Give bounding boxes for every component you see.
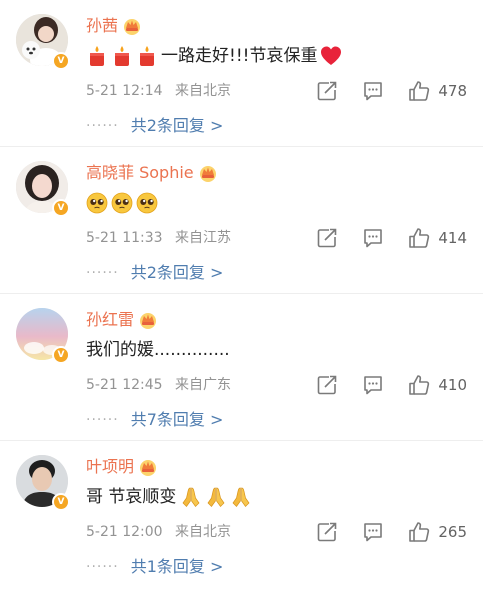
forward-icon[interactable]	[316, 227, 338, 249]
forward-icon[interactable]	[316, 374, 338, 396]
user-name[interactable]: 高晓菲 Sophie	[86, 161, 194, 185]
avatar[interactable]: V	[16, 308, 70, 364]
like-count: 265	[438, 523, 467, 541]
verified-v-icon: V	[52, 199, 70, 217]
comment-meta: 5-21 12:14 来自北京	[86, 80, 231, 102]
folded-hands-icon	[182, 487, 200, 508]
user-name[interactable]: 孙红雷	[86, 308, 134, 332]
forward-icon[interactable]	[316, 80, 338, 102]
comment-actions: 265	[316, 519, 467, 545]
comment-date: 5-21 12:45	[86, 377, 163, 393]
comment-date: 5-21 12:00	[86, 524, 163, 540]
comment-meta: 5-21 12:45 来自广东	[86, 374, 231, 396]
red-candle-icon	[140, 46, 154, 66]
verified-v-icon: V	[52, 346, 70, 364]
pleading-face-icon	[86, 192, 108, 214]
comment-item: V 高晓菲 Sophie 5-21 11:33 来自江苏 414 ······ …	[0, 147, 483, 294]
comment-date: 5-21 12:14	[86, 83, 163, 99]
comment-actions: 414	[316, 225, 467, 251]
comment-content: 哥 节哀顺变	[86, 483, 255, 511]
reply-dots: ······	[86, 118, 119, 134]
comment-location: 来自北京	[175, 83, 232, 99]
thumbs-up-icon[interactable]	[408, 227, 430, 249]
comment-date: 5-21 11:33	[86, 230, 163, 246]
avatar[interactable]: V	[16, 161, 70, 217]
avatar[interactable]: V	[16, 14, 70, 70]
comment-item: V 叶项明 哥 节哀顺变 5-21 12:00 来自北京 265 ······ …	[0, 441, 483, 588]
comment-text: 我们的媛..............	[86, 340, 230, 360]
crown-badge-icon	[199, 166, 216, 182]
thumbs-up-icon[interactable]	[408, 374, 430, 396]
reply-dots: ······	[86, 265, 119, 281]
comment-content: 一路走好!!!节哀保重	[86, 42, 345, 70]
user-name[interactable]: 孙茜	[86, 14, 118, 38]
like-count: 478	[438, 82, 467, 100]
user-name[interactable]: 叶项明	[86, 455, 134, 479]
reply-dots: ······	[86, 412, 119, 428]
red-heart-icon	[321, 46, 342, 65]
comment-location: 来自北京	[175, 524, 232, 540]
crown-badge-icon	[140, 313, 157, 329]
like-count: 410	[438, 376, 467, 394]
thumbs-up-icon[interactable]	[408, 521, 430, 543]
comment-content: 我们的媛..............	[86, 336, 230, 364]
avatar[interactable]: V	[16, 455, 70, 511]
comment-text: 一路走好!!!节哀保重	[161, 46, 318, 66]
replies-row: ······ 共1条回复 >	[86, 555, 223, 579]
comment-item: V 孙红雷 我们的媛.............. 5-21 12:45 来自广东	[0, 294, 483, 441]
like-count: 414	[438, 229, 467, 247]
crown-badge-icon	[124, 19, 141, 35]
comment-icon[interactable]	[362, 80, 384, 102]
comment-item: V 孙茜 一路走好!!!节哀保重 5-21 12:14 来自北京 478 ···…	[0, 0, 483, 147]
replies-row: ······ 共2条回复 >	[86, 114, 223, 138]
forward-icon[interactable]	[316, 521, 338, 543]
comment-actions: 410	[316, 372, 467, 398]
comment-icon[interactable]	[362, 374, 384, 396]
comment-icon[interactable]	[362, 227, 384, 249]
pleading-face-icon	[111, 192, 133, 214]
thumbs-up-icon[interactable]	[408, 80, 430, 102]
comment-list: V 孙茜 一路走好!!!节哀保重 5-21 12:14 来自北京 478 ···…	[0, 0, 483, 590]
comment-location: 来自江苏	[175, 230, 232, 246]
replies-row: ······ 共2条回复 >	[86, 261, 223, 285]
view-replies-link[interactable]: 共2条回复 >	[131, 261, 224, 285]
pleading-face-icon	[136, 192, 158, 214]
crown-badge-icon	[140, 460, 157, 476]
folded-hands-icon	[232, 487, 250, 508]
verified-v-icon: V	[52, 493, 70, 511]
verified-v-icon: V	[52, 52, 70, 70]
replies-row: ······ 共7条回复 >	[86, 408, 223, 432]
view-replies-link[interactable]: 共1条回复 >	[131, 555, 224, 579]
reply-dots: ······	[86, 559, 119, 575]
view-replies-link[interactable]: 共7条回复 >	[131, 408, 224, 432]
comment-text: 哥 节哀顺变	[86, 487, 177, 507]
comment-content	[86, 189, 161, 217]
red-candle-icon	[90, 46, 104, 66]
comment-meta: 5-21 11:33 来自江苏	[86, 227, 231, 249]
comment-actions: 478	[316, 78, 467, 104]
folded-hands-icon	[207, 487, 225, 508]
view-replies-link[interactable]: 共2条回复 >	[131, 114, 224, 138]
comment-icon[interactable]	[362, 521, 384, 543]
red-candle-icon	[115, 46, 129, 66]
comment-meta: 5-21 12:00 来自北京	[86, 521, 231, 543]
comment-location: 来自广东	[175, 377, 232, 393]
